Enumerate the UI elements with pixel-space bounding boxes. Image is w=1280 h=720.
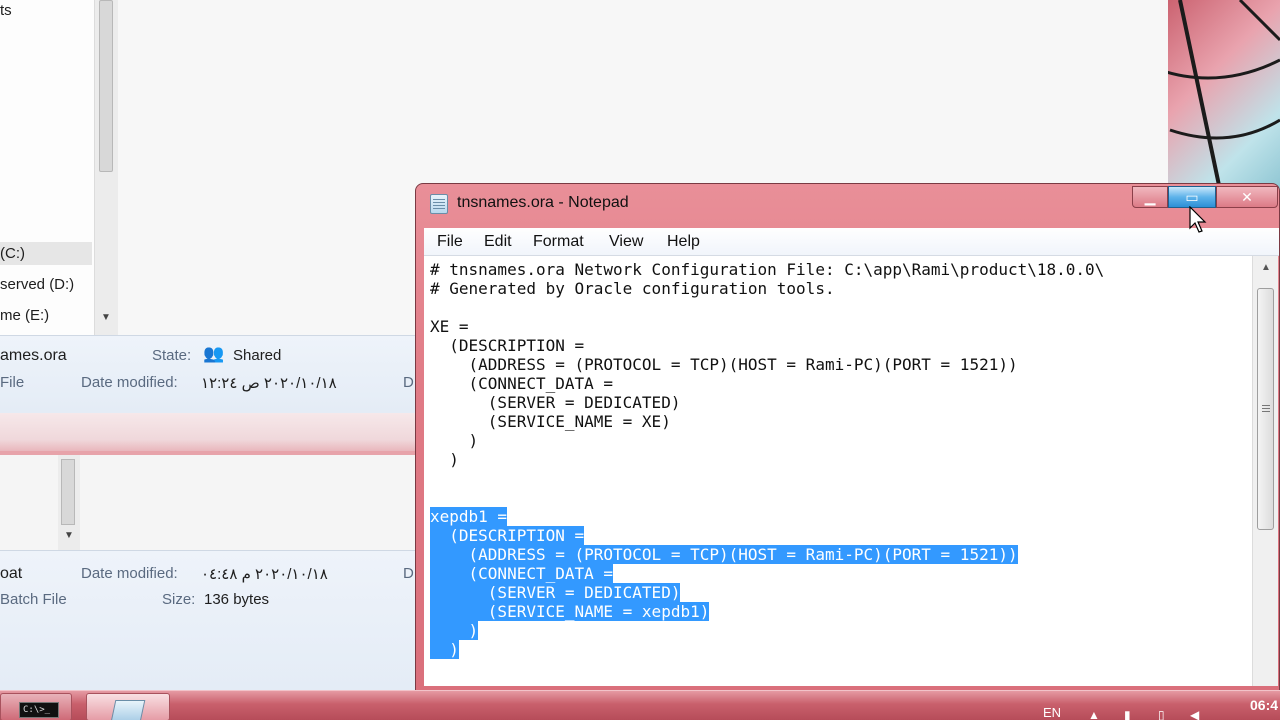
editor-line-selected[interactable]: ): [430, 640, 459, 659]
shared-users-icon: 👥: [203, 344, 225, 363]
menu-bar: File Edit Format View Help: [424, 228, 1279, 256]
truncated-field-label: D: [403, 374, 414, 391]
editor-line[interactable]: (SERVER = DEDICATED): [430, 393, 681, 412]
taskbar-notepad-button[interactable]: [86, 693, 170, 720]
size-value: 136 bytes: [204, 591, 270, 608]
scrollbar-thumb[interactable]: [61, 459, 75, 525]
editor-line[interactable]: # tnsnames.ora Network Configuration Fil…: [430, 260, 1104, 279]
nav-item-truncated[interactable]: ts: [0, 2, 12, 19]
scroll-down-arrow-icon[interactable]: ▼: [101, 312, 111, 323]
network-icon[interactable]: ▮: [1124, 708, 1131, 720]
details-pane-bottom: oat Batch File Date modified: ۲۰۲۰/۱۰/۱۸…: [0, 550, 415, 690]
scrollbar-thumb[interactable]: [1257, 288, 1274, 530]
menu-help[interactable]: Help: [667, 233, 700, 251]
notepad-window[interactable]: tnsnames.ora - Notepad ▁ ▭ ✕ File Edit F…: [415, 183, 1280, 693]
scroll-down-arrow-icon[interactable]: ▼: [64, 530, 74, 541]
text-editor-area[interactable]: # tnsnames.ora Network Configuration Fil…: [424, 256, 1252, 686]
editor-line-selected[interactable]: ): [430, 621, 479, 640]
notepad-app-icon[interactable]: [430, 194, 448, 214]
volume-icon[interactable]: ◀: [1190, 708, 1199, 720]
size-label: Size:: [162, 591, 196, 608]
scrollbar-thumb[interactable]: [99, 0, 113, 172]
wallpaper-graphic: [1160, 0, 1280, 190]
taskbar-clock[interactable]: 06:4: [1250, 697, 1278, 713]
editor-line-selected[interactable]: (SERVICE_NAME = xepdb1): [430, 602, 710, 621]
details-pane-top: ames.ora File State: 👥 Shared Date modif…: [0, 335, 415, 413]
editor-line[interactable]: XE =: [430, 317, 469, 336]
menu-file[interactable]: File: [437, 233, 463, 251]
date-modified-value: ۲۰۲۰/۱۰/۱۸ م ۰٤:٤٨: [201, 566, 328, 583]
file-name: oat: [0, 565, 23, 582]
nav-item-drive-e[interactable]: me (E:): [0, 307, 49, 324]
maximize-icon: ▭: [1185, 188, 1199, 205]
scrollbar-grip-icon: [1262, 405, 1270, 406]
scroll-up-arrow-icon[interactable]: ▲: [1261, 262, 1271, 273]
menu-edit[interactable]: Edit: [484, 233, 512, 251]
editor-line[interactable]: (SERVICE_NAME = XE): [430, 412, 671, 431]
minimize-button[interactable]: ▁: [1132, 186, 1168, 208]
nav-item-drive-d[interactable]: served (D:): [0, 276, 74, 293]
editor-vertical-scrollbar[interactable]: ▲: [1252, 256, 1278, 686]
editor-line-selected[interactable]: (SERVER = DEDICATED): [430, 583, 681, 602]
explorer-bottom-scrollbar[interactable]: ▼: [58, 455, 80, 550]
date-modified-value: ۲۰۲۰/۱۰/۱۸ ص ۱۲:۲٤: [201, 375, 337, 392]
editor-line[interactable]: (DESCRIPTION =: [430, 336, 584, 355]
editor-line-selected[interactable]: (CONNECT_DATA =: [430, 564, 614, 583]
date-modified-label: Date modified:: [81, 565, 178, 582]
mouse-pointer-icon: [1189, 206, 1207, 233]
date-modified-label: Date modified:: [81, 374, 178, 391]
minimize-icon: ▁: [1144, 188, 1156, 205]
language-indicator[interactable]: EN: [1043, 705, 1061, 720]
notepad-titlebar[interactable]: tnsnames.ora - Notepad ▁ ▭ ✕: [416, 184, 1279, 224]
editor-line[interactable]: ): [430, 431, 479, 450]
editor-line[interactable]: # Generated by Oracle configuration tool…: [430, 279, 835, 298]
notepad-taskbar-icon: [110, 700, 146, 720]
desktop-wallpaper: [1160, 0, 1280, 190]
cmd-icon: C:\>_: [19, 702, 59, 718]
editor-line-selected[interactable]: (DESCRIPTION =: [430, 526, 585, 545]
editor-line[interactable]: ): [430, 450, 459, 469]
editor-line[interactable]: (ADDRESS = (PROTOCOL = TCP)(HOST = Rami-…: [430, 355, 1018, 374]
window-border-band: [0, 413, 415, 455]
menu-format[interactable]: Format: [533, 233, 584, 251]
battery-icon[interactable]: ▯: [1158, 708, 1165, 720]
navigation-pane: ts (C:) served (D:) me (E:): [0, 0, 94, 335]
file-type: File: [0, 374, 25, 391]
menu-view[interactable]: View: [609, 233, 643, 251]
nav-item-drive-c[interactable]: (C:): [0, 242, 92, 265]
show-hidden-icons-icon[interactable]: ▲: [1088, 708, 1100, 720]
state-label: State:: [152, 347, 192, 364]
maximize-button[interactable]: ▭: [1168, 186, 1216, 208]
taskbar-cmd-button[interactable]: C:\>_: [0, 693, 72, 720]
editor-line-selected[interactable]: (ADDRESS = (PROTOCOL = TCP)(HOST = Rami-…: [430, 545, 1018, 564]
state-value: Shared: [233, 347, 282, 364]
file-type: Batch File: [0, 591, 67, 608]
window-title: tnsnames.ora - Notepad: [457, 194, 629, 211]
editor-line-selected[interactable]: xepdb1 =: [430, 507, 508, 526]
navigation-scrollbar[interactable]: ▼: [94, 0, 118, 335]
editor-line[interactable]: (CONNECT_DATA =: [430, 374, 614, 393]
close-icon: ✕: [1241, 188, 1253, 205]
truncated-field-label: D: [403, 565, 414, 582]
file-name: ames.ora: [0, 347, 67, 364]
close-button[interactable]: ✕: [1216, 186, 1278, 208]
editor-text[interactable]: # tnsnames.ora Network Configuration Fil…: [430, 260, 1104, 659]
